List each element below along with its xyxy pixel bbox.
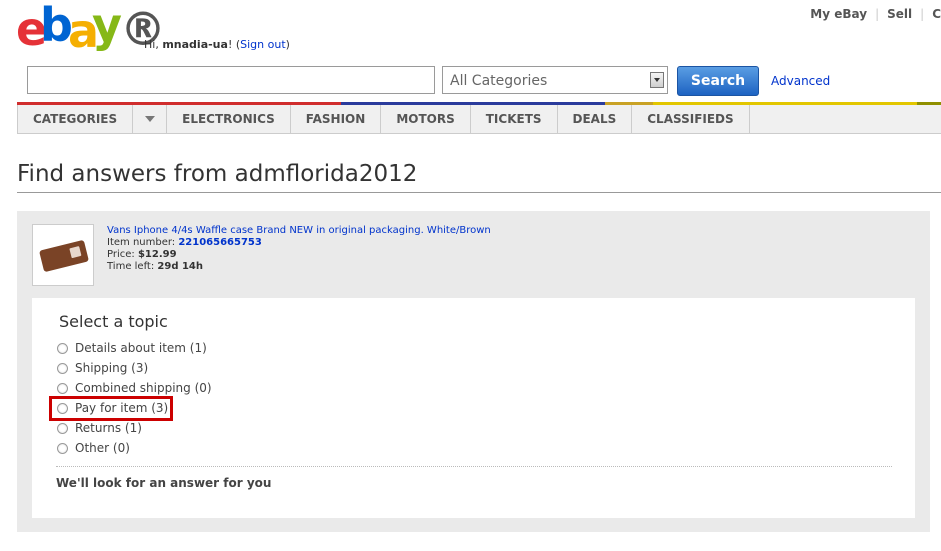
chevron-down-icon[interactable] xyxy=(650,72,664,88)
item-price: $12.99 xyxy=(137,249,177,260)
topic-option-combined-shipping[interactable]: Combined shipping (0) xyxy=(57,381,212,395)
item-thumbnail[interactable] xyxy=(32,224,94,286)
topic-option-label: Shipping (3) xyxy=(75,361,149,375)
topic-option-returns[interactable]: Returns (1) xyxy=(57,421,142,435)
card-divider xyxy=(56,466,892,467)
topic-option-shipping[interactable]: Shipping (3) xyxy=(57,361,148,375)
logo-letter-b: b xyxy=(40,0,73,52)
username: mnadia-ua xyxy=(162,38,228,51)
ebay-logo[interactable]: e b a y ® xyxy=(16,0,166,58)
item-time-left: 29d 14h xyxy=(157,261,203,272)
community-link[interactable]: C xyxy=(932,7,941,21)
topic-option-other[interactable]: Other (0) xyxy=(57,441,130,455)
logo-letter-a: a xyxy=(68,4,99,58)
radio-button[interactable] xyxy=(57,422,68,434)
top-links: My eBay | Sell | C xyxy=(810,7,941,21)
category-select[interactable]: All Categories xyxy=(442,66,668,94)
greeting-prefix: Hi, xyxy=(144,38,163,51)
item-time-row: Time left: 29d 14h xyxy=(107,261,491,273)
top-link-separator: | xyxy=(875,7,880,21)
item-number-label: Item number: xyxy=(107,237,179,248)
topic-heading: Select a topic xyxy=(59,312,168,331)
topic-option-label: Other (0) xyxy=(75,441,130,455)
item-price-row: Price: $12.99 xyxy=(107,249,491,261)
search-input[interactable] xyxy=(27,66,435,94)
greeting-exclaim: ! ( xyxy=(227,38,241,51)
item-info: Vans Iphone 4/4s Waffle case Brand NEW i… xyxy=(107,225,491,273)
topic-option-label: Combined shipping (0) xyxy=(75,381,212,395)
look-for-answer-text: We'll look for an answer for you xyxy=(56,476,272,490)
title-divider xyxy=(17,192,941,193)
radio-button[interactable] xyxy=(57,382,68,394)
highlight-box xyxy=(49,396,173,421)
main-nav: CATEGORIES ELECTRONICS FASHION MOTORS TI… xyxy=(17,105,941,134)
topic-option-label: Returns (1) xyxy=(75,421,142,435)
nav-electronics[interactable]: ELECTRONICS xyxy=(167,105,291,133)
item-number-row: Item number: 221065665753 xyxy=(107,237,491,249)
logo-letter-e: e xyxy=(16,2,47,56)
user-greeting: Hi, mnadia-ua! (Sign out) xyxy=(144,38,290,51)
phone-case-image xyxy=(39,239,89,273)
sign-out-link[interactable]: Sign out xyxy=(240,38,286,51)
top-link-separator: | xyxy=(920,7,925,21)
item-title-link[interactable]: Vans Iphone 4/4s Waffle case Brand NEW i… xyxy=(107,225,491,237)
page-title: Find answers from admflorida2012 xyxy=(17,161,418,187)
topic-option-details[interactable]: Details about item (1) xyxy=(57,341,207,355)
item-number: 221065665753 xyxy=(178,237,262,248)
item-time-label: Time left: xyxy=(107,261,158,272)
nav-motors[interactable]: MOTORS xyxy=(381,105,471,133)
item-price-label: Price: xyxy=(107,249,138,260)
sell-link[interactable]: Sell xyxy=(887,7,912,21)
my-ebay-link[interactable]: My eBay xyxy=(810,7,867,21)
radio-button[interactable] xyxy=(57,442,68,454)
nav-fashion[interactable]: FASHION xyxy=(291,105,382,133)
nav-deals[interactable]: DEALS xyxy=(558,105,633,133)
advanced-search-link[interactable]: Advanced xyxy=(771,74,830,88)
nav-categories-dropdown[interactable] xyxy=(133,105,168,133)
topic-option-label: Details about item (1) xyxy=(75,341,207,355)
nav-classifieds[interactable]: CLASSIFIEDS xyxy=(632,105,750,133)
logo-letter-y: y xyxy=(92,0,122,52)
greeting-close: ) xyxy=(285,38,290,51)
category-select-value: All Categories xyxy=(450,73,548,89)
search-button[interactable]: Search xyxy=(677,66,759,96)
nav-tickets[interactable]: TICKETS xyxy=(471,105,558,133)
nav-categories[interactable]: CATEGORIES xyxy=(17,105,134,133)
radio-button[interactable] xyxy=(57,342,68,354)
radio-button[interactable] xyxy=(57,362,68,374)
